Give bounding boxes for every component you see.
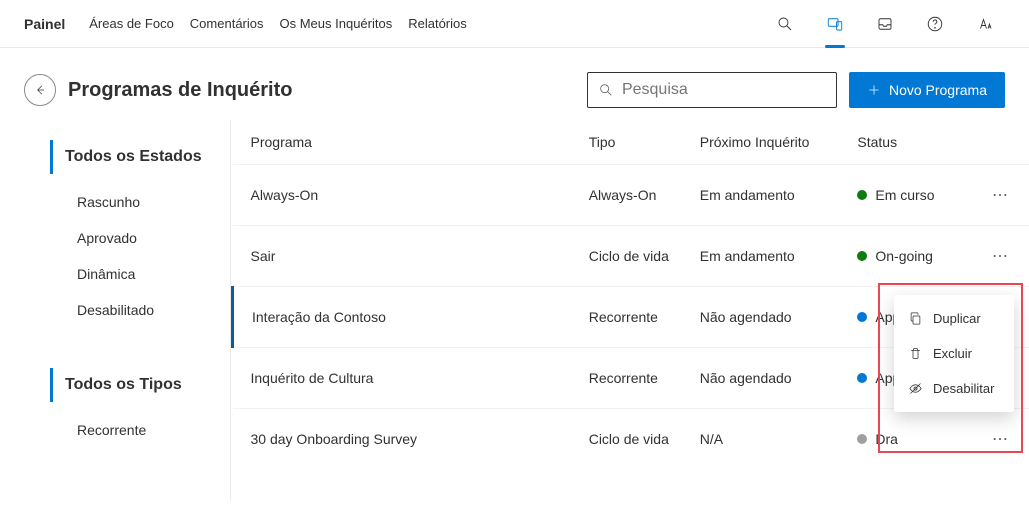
menu-duplicate[interactable]: Duplicar [894,301,1014,336]
context-menu: Duplicar Excluir Desabilitar [894,295,1014,412]
more-button[interactable]: ⋯ [984,183,1017,208]
col-next[interactable]: Próximo Inquérito [688,120,846,165]
cell-program: Interação da Contoso [233,287,577,348]
status-dot [857,312,867,322]
cell-status: Em curso [845,165,972,226]
col-type[interactable]: Tipo [577,120,688,165]
cell-type: Ciclo de vida [577,409,688,470]
main: Todos os Estados Rascunho Aprovado Dinâm… [0,120,1029,501]
top-nav: Painel Áreas de Foco Comentários Os Meus… [0,0,1029,48]
status-dot [857,373,867,383]
sidebar-item-approved[interactable]: Aprovado [50,220,230,256]
back-button[interactable] [24,74,56,106]
page-title: Programas de Inquérito [68,79,575,102]
sidebar-item-recurring[interactable]: Recorrente [50,412,230,448]
menu-delete[interactable]: Excluir [894,336,1014,371]
nav-link-focus-areas[interactable]: Áreas de Foco [89,16,174,31]
more-button[interactable]: ⋯ [984,427,1017,452]
menu-disable[interactable]: Desabilitar [894,371,1014,406]
help-icon[interactable] [915,4,955,44]
cell-status: Dra [845,409,972,470]
sidebar-item-dynamic[interactable]: Dinâmica [50,256,230,292]
cell-program: Sair [233,226,577,287]
status-dot [857,251,867,261]
cell-next: Em andamento [688,165,846,226]
nav-link-reports[interactable]: Relatórios [408,16,467,31]
inbox-icon[interactable] [865,4,905,44]
status-dot [857,190,867,200]
page-header: Programas de Inquérito Novo Programa [0,48,1029,120]
cell-next: Não agendado [688,348,846,409]
search-icon[interactable] [765,4,805,44]
new-program-label: Novo Programa [889,82,987,98]
sidebar-item-disabled[interactable]: Desabilitado [50,292,230,328]
cell-program: Inquérito de Cultura [233,348,577,409]
cell-program: 30 day Onboarding Survey [233,409,577,470]
table-header-row: Programa Tipo Próximo Inquérito Status [233,120,1029,165]
search-icon [598,82,614,98]
nav-link-my-surveys[interactable]: Os Meus Inquéritos [280,16,393,31]
table-row[interactable]: Always-On Always-On Em andamento Em curs… [233,165,1029,226]
eye-off-icon [908,381,923,396]
plus-icon [867,83,881,97]
cell-status: On-going [845,226,972,287]
nav-links: Áreas de Foco Comentários Os Meus Inquér… [89,16,467,31]
cell-type: Ciclo de vida [577,226,688,287]
sidebar: Todos os Estados Rascunho Aprovado Dinâm… [0,120,230,501]
nav-right [765,4,1005,44]
col-status[interactable]: Status [845,120,972,165]
cell-type: Always-On [577,165,688,226]
table-row[interactable]: Sair Ciclo de vida Em andamento On-going… [233,226,1029,287]
menu-duplicate-label: Duplicar [933,311,981,326]
status-label: On-going [875,248,933,264]
status-label: Dra [875,431,898,447]
sidebar-item-draft[interactable]: Rascunho [50,184,230,220]
nav-left: Painel Áreas de Foco Comentários Os Meus… [24,16,467,32]
sidebar-states-title[interactable]: Todos os Estados [50,140,230,174]
search-box[interactable] [587,72,837,108]
nav-brand[interactable]: Painel [24,16,65,32]
status-label: Em curso [875,187,934,203]
table-row[interactable]: 30 day Onboarding Survey Ciclo de vida N… [233,409,1029,470]
cell-program: Always-On [233,165,577,226]
copy-icon [908,311,923,326]
col-program[interactable]: Programa [233,120,577,165]
more-button[interactable]: ⋯ [984,244,1017,269]
cell-type: Recorrente [577,287,688,348]
search-input[interactable] [622,81,829,99]
menu-disable-label: Desabilitar [933,381,994,396]
trash-icon [908,346,923,361]
sidebar-types-title[interactable]: Todos os Tipos [50,368,230,402]
cell-next: Não agendado [688,287,846,348]
font-icon[interactable] [965,4,1005,44]
arrow-left-icon [33,83,47,97]
cell-next: Em andamento [688,226,846,287]
cell-type: Recorrente [577,348,688,409]
nav-link-comments[interactable]: Comentários [190,16,264,31]
new-program-button[interactable]: Novo Programa [849,72,1005,108]
content: Programa Tipo Próximo Inquérito Status A… [230,120,1029,501]
devices-icon[interactable] [815,4,855,44]
status-dot [857,434,867,444]
cell-next: N/A [688,409,846,470]
menu-delete-label: Excluir [933,346,972,361]
